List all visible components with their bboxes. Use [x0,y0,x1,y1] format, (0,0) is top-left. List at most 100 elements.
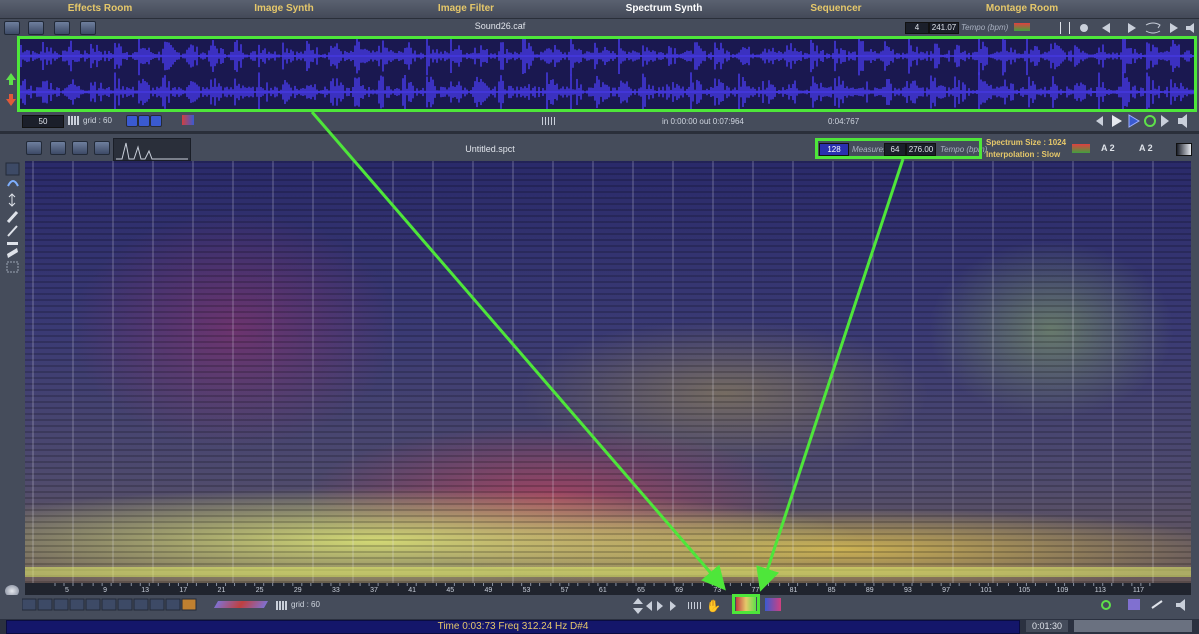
mode-11-icon [181,598,197,611]
spectrum-open-icon[interactable] [26,141,42,155]
ruler-label: 69 [675,587,683,594]
interpolation-select[interactable]: Interpolation : Slow [986,150,1060,159]
tool-icons[interactable] [5,162,21,274]
spectrum-view-highlight [732,594,760,614]
level-meter-icon [1014,23,1030,31]
speaker-icon [1178,114,1187,128]
track-arrows[interactable] [4,72,18,108]
tab-spectrum-synth[interactable]: Spectrum Synth [604,2,724,16]
spectrum-level-icon [1072,144,1090,153]
mode-3-icon [53,598,69,611]
note-low-stepper[interactable]: A 2 [1101,143,1115,153]
cursor-icon[interactable] [1060,22,1070,34]
spectrum-file-name: Untitled.spct [465,144,515,154]
tab-sequencer[interactable]: Sequencer [800,2,872,16]
draw-icon [1151,600,1163,609]
top-transport-icons[interactable] [1078,22,1196,34]
spectrum-preview-curve [116,142,188,160]
nav-arrows[interactable] [632,597,678,615]
tab-image-filter[interactable]: Image Filter [420,2,512,16]
down-arrow-icon [6,94,16,106]
ruler-label: 61 [599,587,607,594]
spectrum-preview [113,138,191,161]
mode-2-icon [37,598,53,611]
bottom-right-icons[interactable] [1100,598,1192,612]
color-mode-icon[interactable] [182,115,194,125]
module-tab-bar: Effects Room Image Synth Image Filter Sp… [0,0,1199,19]
ruler-label: 81 [790,587,798,594]
mode-9-icon [149,598,165,611]
top-tempo-field[interactable]: 241.07 [929,22,959,34]
mode-10-icon [165,598,181,611]
ruler-label: 53 [523,587,531,594]
bottom-speaker-icon [1176,599,1185,611]
right-edge [1191,161,1199,601]
ruler-label: 9 [103,587,107,594]
fundamental-band [25,567,1191,577]
spectrum-size-select[interactable]: Spectrum Size : 1024 [986,138,1066,147]
ruler-label: 29 [294,587,302,594]
open-file-icon[interactable] [4,21,20,35]
rewind-icon [1102,23,1110,33]
spectrum-import-icon[interactable] [72,141,88,155]
view-mode-icons[interactable] [22,598,206,611]
level-icon [542,117,556,125]
zoom-stepper[interactable]: 50 [22,115,64,128]
main-transport[interactable] [1094,113,1196,129]
tab-image-synth[interactable]: Image Synth [236,2,332,16]
top-grid-label[interactable]: grid : 60 [83,116,112,125]
select-icon [138,115,150,127]
status-readout: Time 0:03:73 Freq 312.24 Hz D#4 [6,620,1020,634]
brightness-icon[interactable] [1176,143,1192,156]
up-arrow-icon [6,73,16,85]
top-measure-value: 4 [914,23,920,32]
ruler-label: 105 [1018,587,1030,594]
waveform-highlight-box [17,36,1197,112]
brush-shape-icon[interactable] [213,601,269,608]
tab-effects-room[interactable]: Effects Room [48,2,152,16]
ruler-label: 41 [408,587,416,594]
ruler-label: 97 [942,587,950,594]
pointer-tool-icon [5,162,20,176]
hand-icon[interactable]: ✋ [706,599,721,613]
brush-tool-icon [6,210,19,224]
in-out-readout: in 0:00:00 out 0:07:964 [662,117,744,126]
position-readout: 0:04:767 [828,117,860,126]
forward-icon [1128,23,1136,33]
mode-4-icon [69,598,85,611]
rewind-button-icon [1096,116,1103,126]
save-as-icon[interactable] [54,21,70,35]
mode-6-icon [101,598,117,611]
top-tool-icons[interactable] [126,115,162,127]
curve-tool-icon [7,180,19,187]
nav-down-icon [633,608,643,614]
volume-icon [1186,23,1194,33]
ruler-label: 49 [485,587,493,594]
measure-ruler[interactable]: 5 9 13 17 21 25 29 33 37 41 45 49 53 57 61 65 69 73 77 81 85… [25,583,1191,595]
spectrogram-canvas[interactable] [25,161,1191,583]
palette-icon[interactable] [765,598,781,611]
tab-montage-room[interactable]: Montage Room [976,2,1068,16]
ruler-label: 65 [637,587,645,594]
export-icon[interactable] [80,21,96,35]
bottom-level-icon [688,602,702,609]
swap-icon [1145,22,1161,34]
ruler-label: 25 [256,587,264,594]
top-measure-stepper[interactable]: 4 [905,22,929,34]
ruler-label: 89 [866,587,874,594]
ruler-label: 101 [980,587,992,594]
spectrum-export-icon[interactable] [94,141,110,155]
top-tempo-label: Tempo (bpm) [961,23,1009,32]
pen-tool-icon [7,225,18,237]
record-button-icon [1144,115,1156,127]
spectrum-save-icon[interactable] [50,141,66,155]
ruler-label: 73 [713,587,721,594]
ruler-label: 113 [1095,587,1106,594]
ruler-label: 5 [65,587,69,594]
save-file-icon[interactable] [28,21,44,35]
bottom-grid-label[interactable]: grid : 60 [291,600,320,609]
note-high-stepper[interactable]: A 2 [1139,143,1153,153]
ruler-label: 21 [218,587,226,594]
waveform-file-name: Sound26.caf [474,21,526,31]
mode-8-icon [133,598,149,611]
